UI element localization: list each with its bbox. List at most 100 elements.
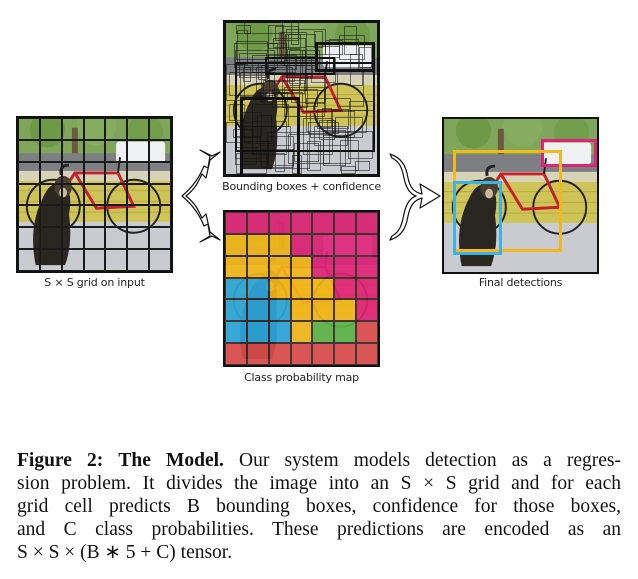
grid-cell xyxy=(149,205,171,228)
class-cell xyxy=(246,321,269,344)
grid-cell xyxy=(127,118,150,140)
grid-cell xyxy=(18,139,40,162)
class-cell xyxy=(356,212,378,234)
grid-cell xyxy=(149,118,171,140)
grid-cell xyxy=(83,249,106,271)
class-cell xyxy=(356,343,378,365)
class-cell xyxy=(356,255,378,278)
grid-cell xyxy=(61,227,84,250)
class-cell xyxy=(356,299,378,322)
class-cell xyxy=(268,299,291,322)
class-cell xyxy=(334,212,357,234)
grid-cell xyxy=(18,161,40,184)
class-cell xyxy=(312,255,335,278)
class-cell xyxy=(312,277,335,300)
grid-cell xyxy=(127,227,150,250)
class-probability-panel xyxy=(223,210,380,367)
grid-cell xyxy=(149,161,171,184)
class-cell xyxy=(290,255,313,278)
grid-cell xyxy=(83,139,106,162)
grid-cell xyxy=(18,118,40,140)
class-cell xyxy=(290,343,313,365)
figure-caption: Figure 2: The Model. Our system models d… xyxy=(17,449,621,564)
class-cell xyxy=(268,321,291,344)
caption-line-2: sion problem. It divides the image into … xyxy=(17,473,621,494)
grid-cell xyxy=(39,227,62,250)
class-cell xyxy=(356,277,378,300)
class-cell xyxy=(225,321,247,344)
class-cell xyxy=(268,233,291,256)
class-cell xyxy=(246,277,269,300)
class-cell xyxy=(334,255,357,278)
class-cell xyxy=(225,212,247,234)
class-cell xyxy=(334,233,357,256)
grid-cell xyxy=(83,205,106,228)
bounding-boxes-overlay xyxy=(225,22,378,175)
grid-cell xyxy=(105,118,128,140)
class-cell xyxy=(246,255,269,278)
sxs-grid-overlay xyxy=(18,118,171,271)
detection-box-dog xyxy=(453,181,502,255)
grid-cell xyxy=(149,183,171,206)
grid-cell xyxy=(83,227,106,250)
grid-cell xyxy=(18,183,40,206)
grid-cell xyxy=(61,249,84,271)
caption-line-3: grid cell predicts B bounding boxes, con… xyxy=(17,496,621,517)
grid-cell xyxy=(61,205,84,228)
class-cell xyxy=(268,212,291,234)
grid-cell xyxy=(61,118,84,140)
grid-cell xyxy=(105,205,128,228)
grid-cell xyxy=(105,139,128,162)
class-cell xyxy=(268,343,291,365)
grid-cell xyxy=(105,249,128,271)
final-detections-panel xyxy=(442,117,599,274)
grid-cell xyxy=(61,183,84,206)
grid-cell xyxy=(18,227,40,250)
class-cell xyxy=(312,212,335,234)
grid-cell xyxy=(105,183,128,206)
caption-line-4: and C class probabilities. These predict… xyxy=(17,519,621,540)
predicted-bounding-box xyxy=(225,22,378,175)
grid-cell xyxy=(149,139,171,162)
class-cell xyxy=(246,299,269,322)
class-cell xyxy=(334,321,357,344)
class-cell xyxy=(312,343,335,365)
class-cell xyxy=(225,299,247,322)
grid-cell xyxy=(18,205,40,228)
class-cell xyxy=(356,321,378,344)
caption-line-5: S × S × (B ∗ 5 + C) tensor. xyxy=(17,542,233,563)
grid-cell xyxy=(127,183,150,206)
class-cell xyxy=(334,299,357,322)
class-cell xyxy=(246,343,269,365)
caption-text: Our system models detection as a regres- xyxy=(223,450,621,471)
detections-panel-label: Final detections xyxy=(478,276,563,289)
grid-cell xyxy=(149,249,171,271)
merge-arrow-icon xyxy=(389,153,441,241)
class-cell xyxy=(312,233,335,256)
merge-arrow-shape xyxy=(389,153,441,241)
grid-cell xyxy=(149,227,171,250)
grid-cell xyxy=(61,139,84,162)
grid-cell xyxy=(39,205,62,228)
grid-cell xyxy=(39,161,62,184)
grid-cell xyxy=(83,161,106,184)
class-cell xyxy=(356,233,378,256)
class-cell xyxy=(268,255,291,278)
input-image-panel xyxy=(16,116,173,273)
grid-cell xyxy=(39,139,62,162)
class-cell xyxy=(225,255,247,278)
class-cell xyxy=(225,343,247,365)
grid-cell xyxy=(39,249,62,271)
grid-cell xyxy=(83,118,106,140)
grid-cell xyxy=(39,183,62,206)
grid-cell xyxy=(127,139,150,162)
class-cell xyxy=(290,212,313,234)
class-map-panel-label: Class probability map xyxy=(244,371,359,384)
grid-cell xyxy=(83,183,106,206)
figure-number: Figure 2: xyxy=(17,450,104,471)
figure-title: The Model. xyxy=(118,450,224,471)
class-cell xyxy=(334,343,357,365)
grid-cell xyxy=(127,161,150,184)
class-cell xyxy=(312,299,335,322)
grid-cell xyxy=(39,118,62,140)
